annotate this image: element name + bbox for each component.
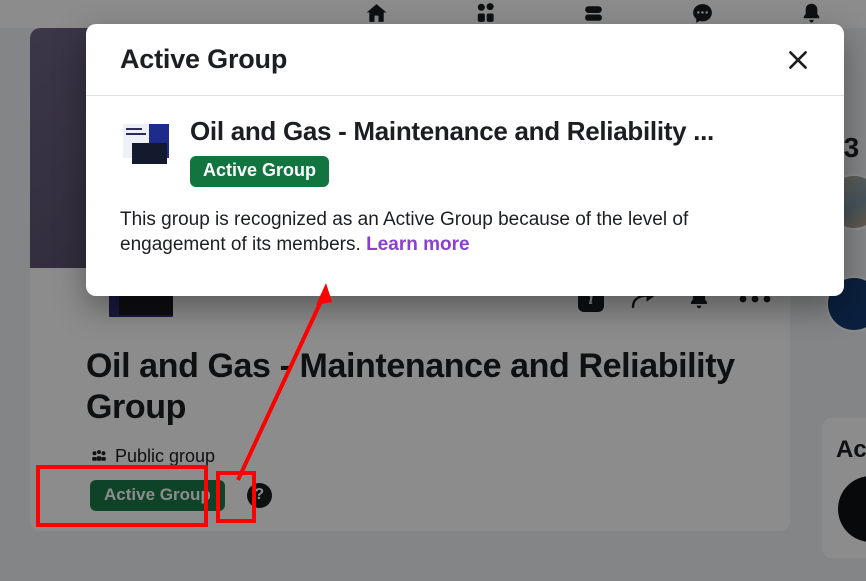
thumbnail-text-line-1 (126, 128, 142, 130)
learn-more-link[interactable]: Learn more (366, 234, 469, 255)
dialog-title: Active Group (120, 44, 288, 74)
dialog-group-name: Oil and Gas - Maintenance and Reliabilit… (190, 116, 714, 146)
dialog-description: This group is recognized as an Active Gr… (120, 207, 780, 257)
group-summary-row: Oil and Gas - Maintenance and Reliabilit… (120, 116, 810, 187)
group-summary-texts: Oil and Gas - Maintenance and Reliabilit… (190, 116, 810, 187)
active-group-dialog: Active Group Oil and Gas - Maintenance a… (86, 24, 844, 296)
dialog-body: Oil and Gas - Maintenance and Reliabilit… (86, 96, 844, 257)
thumbnail-text-line-2 (126, 133, 146, 135)
dialog-header: Active Group (86, 24, 844, 96)
group-thumbnail-icon (120, 122, 172, 168)
close-icon[interactable] (778, 40, 818, 80)
screenshot-root: is group (0, 0, 866, 581)
dialog-status-badge: Active Group (190, 156, 330, 187)
thumbnail-photo (132, 143, 167, 164)
